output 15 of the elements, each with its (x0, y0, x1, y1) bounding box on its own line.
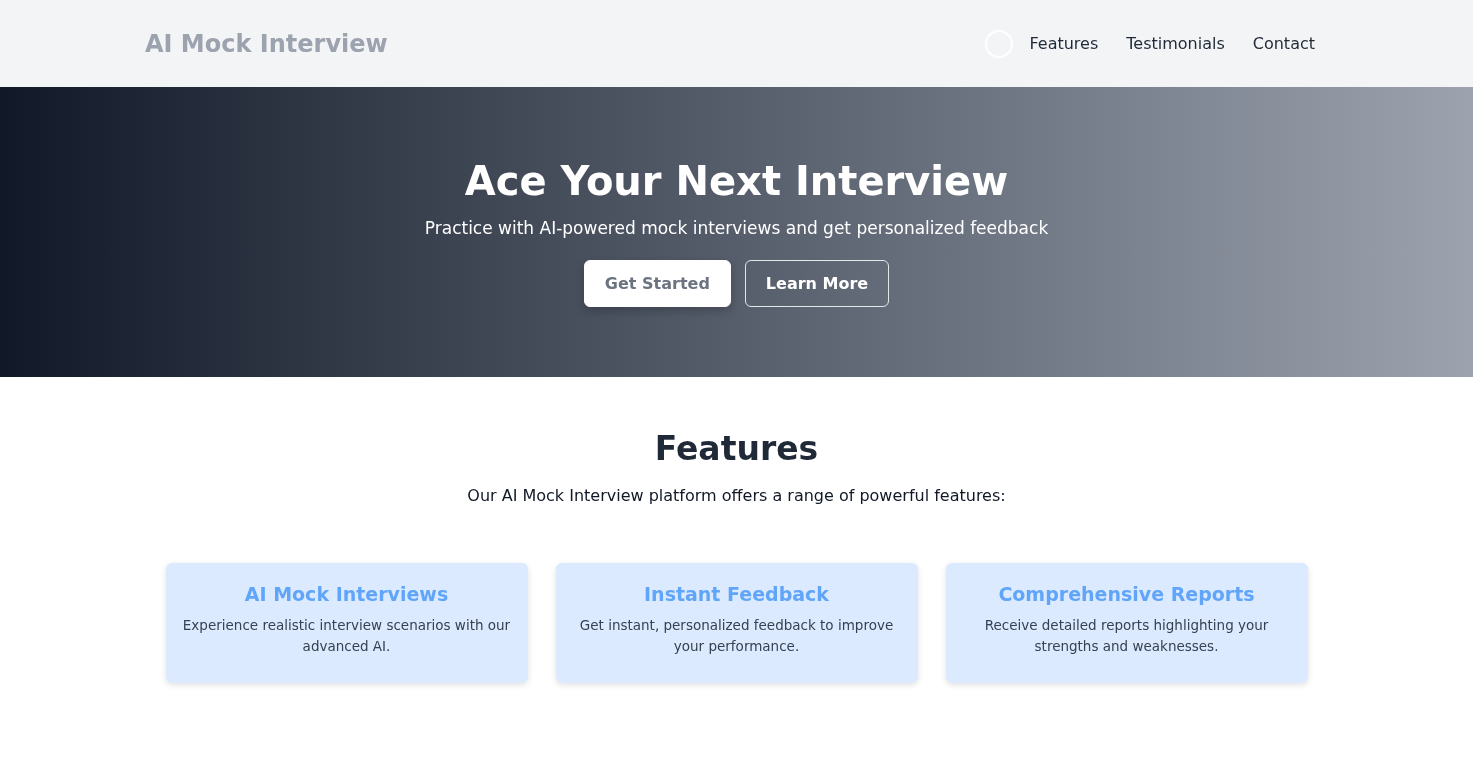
card-title: Instant Feedback (644, 583, 829, 605)
nav-link[interactable]: Contact (1252, 34, 1315, 53)
get-started-button[interactable]: Get Started (583, 259, 731, 307)
card-title: AI Mock Interviews (244, 583, 449, 605)
hero-title: Ace Your Next Interview (464, 157, 1009, 204)
card-text: Receive detailed reports highlighting your strengths and weaknesses. (983, 616, 1270, 656)
learn-more-button[interactable]: Learn More (744, 259, 890, 307)
card-text: Get instant, personalized feedback to improve your performance. (578, 616, 895, 656)
section-title: Features (654, 429, 819, 468)
section-intro: Our AI Mock Interview platform offers a range of powerful features: (467, 486, 1006, 505)
hero-subtitle: Practice with AI-powered mock interviews and get personalized feedback (424, 217, 1049, 238)
card-text: Experience realistic interview scenarios with our advanced AI. (181, 616, 512, 656)
nav-link[interactable]: Testimonials (1126, 34, 1225, 53)
nav-link[interactable]: Features (1029, 34, 1099, 53)
card-title: Comprehensive Reports (998, 583, 1255, 605)
